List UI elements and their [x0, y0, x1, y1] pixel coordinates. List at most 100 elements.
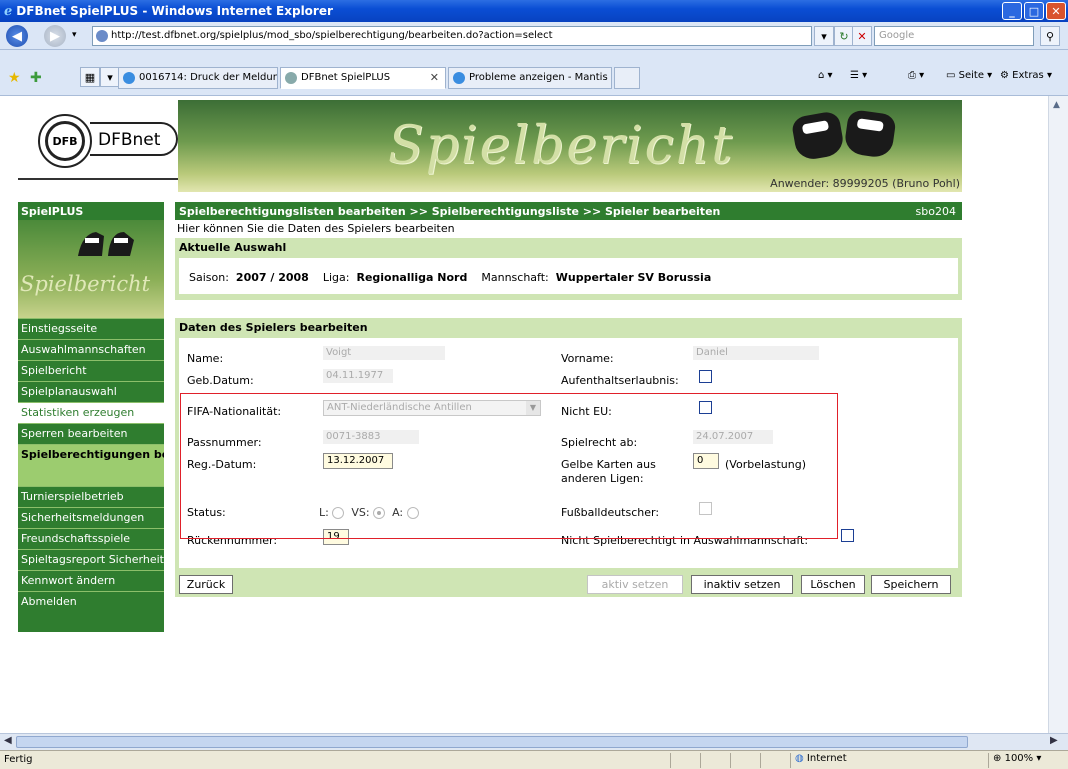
sidebar-item-kennwort[interactable]: Kennwort ändern: [18, 570, 164, 591]
nichteu-label: Nicht EU:: [561, 405, 612, 418]
tools-menu[interactable]: ⚙ Extras ▾: [1000, 70, 1052, 81]
tab-list-icon[interactable]: ▾: [100, 67, 120, 87]
nicht-spielber-checkbox[interactable]: [841, 529, 854, 542]
fifa-label: FIFA-Nationalität:: [187, 405, 282, 418]
url-text: http://test.dfbnet.org/spielplus/mod_sbo…: [111, 30, 553, 41]
sidebar-title: SpielPLUS: [21, 205, 84, 218]
sidebar-item-statistiken[interactable]: Statistiken erzeugen: [18, 402, 164, 423]
vorname-field: Daniel: [693, 346, 819, 360]
tab-label: Probleme anzeigen - Mantis: [469, 72, 608, 83]
scroll-right-icon: ▶: [1050, 735, 1058, 746]
sidebar-item-turnierspielbetrieb[interactable]: Turnierspielbetrieb: [18, 486, 164, 507]
address-toolbar: ◀ ▶ ▾ http://test.dfbnet.org/spielplus/m…: [0, 22, 1068, 50]
spielrecht-label: Spielrecht ab:: [561, 436, 638, 449]
maximize-button[interactable]: □: [1024, 2, 1044, 20]
fifa-select: ANT-Niederländische Antillen ▼: [323, 400, 541, 416]
chevron-down-icon: ▼: [526, 401, 540, 415]
vorname-label: Vorname:: [561, 352, 614, 365]
page-icon: [96, 30, 108, 42]
status-radios: L: VS: A:: [319, 506, 419, 519]
tab-mantis-druck[interactable]: 0016714: Druck der Meldung...: [118, 67, 278, 89]
new-tab-button[interactable]: [614, 67, 640, 89]
tab-mantis-probleme[interactable]: Probleme anzeigen - Mantis: [448, 67, 612, 89]
home-icon[interactable]: ⌂ ▾: [818, 70, 833, 81]
horizontal-scrollbar[interactable]: ◀ ▶: [0, 733, 1068, 750]
selection-title: Aktuelle Auswahl: [179, 241, 287, 254]
quick-tabs-icon[interactable]: ▦: [80, 67, 100, 87]
tab-toolbar: ★ ✚ ▦ ▾ 0016714: Druck der Meldung... DF…: [0, 50, 1068, 96]
minimize-button[interactable]: _: [1002, 2, 1022, 20]
regdatum-input[interactable]: 13.12.2007: [323, 453, 393, 469]
delete-button[interactable]: Löschen: [801, 575, 865, 594]
url-dropdown-icon[interactable]: ▾: [814, 26, 834, 46]
pass-label: Passnummer:: [187, 436, 262, 449]
sidebar-item-einstiegsseite[interactable]: Einstiegsseite: [18, 318, 164, 339]
sidebar: SpielPLUS Spielbericht Einstiegsseite Au…: [18, 202, 164, 632]
status-l-radio[interactable]: [332, 507, 345, 519]
tab-page-icon: [453, 72, 465, 84]
banner-title: Spielbericht: [388, 116, 735, 176]
window-titlebar: ℯ DFBnet SpielPLUS - Windows Internet Ex…: [0, 0, 1068, 22]
close-window-button[interactable]: ✕: [1046, 2, 1066, 20]
tab-page-icon: [123, 72, 135, 84]
name-field: Voigt: [323, 346, 445, 360]
sidebar-image: Spielbericht: [18, 220, 164, 318]
save-button[interactable]: Speichern: [871, 575, 951, 594]
scroll-thumb[interactable]: [16, 736, 968, 748]
sidebar-item-sicherheitsmeldungen[interactable]: Sicherheitsmeldungen: [18, 507, 164, 528]
back-button[interactable]: ◀: [6, 25, 28, 47]
spielrecht-field: 24.07.2007: [693, 430, 773, 444]
team-value: Wuppertaler SV Borussia: [555, 271, 712, 284]
player-panel: Daten des Spielers bearbeiten Name: Voig…: [175, 318, 962, 592]
page-menu[interactable]: ▭ Seite ▾: [946, 70, 992, 81]
sidebar-item-spielplanauswahl[interactable]: Spielplanauswahl: [18, 381, 164, 402]
zoom-control[interactable]: ⊕ 100% ▾: [988, 753, 1068, 768]
status-text: Fertig: [4, 754, 33, 765]
page-viewport: DFB DFBnet Spielbericht Anwender: 899992…: [0, 96, 1048, 733]
sidebar-item-spielberechtigungen[interactable]: Spielberechtigungen bearbeiten: [18, 444, 164, 486]
football-shoes-icon: [790, 104, 900, 162]
print-icon[interactable]: ⎙ ▾: [908, 70, 924, 81]
history-dropdown-icon[interactable]: ▾: [72, 30, 77, 40]
forward-button[interactable]: ▶: [44, 25, 66, 47]
fussballdeutscher-label: Fußballdeutscher:: [561, 506, 660, 519]
status-vs-radio[interactable]: [373, 507, 386, 519]
gebdatum-label: Geb.Datum:: [187, 374, 254, 387]
sidebar-item-abmelden[interactable]: Abmelden: [18, 591, 164, 612]
refresh-icon[interactable]: ↻: [834, 26, 854, 46]
sidebar-item-auswahlmannschaften[interactable]: Auswahlmannschaften: [18, 339, 164, 360]
regdatum-label: Reg.-Datum:: [187, 458, 257, 471]
close-tab-icon[interactable]: ✕: [430, 71, 439, 84]
aufenthalt-checkbox[interactable]: [699, 370, 712, 383]
add-favorite-icon[interactable]: ✚: [30, 70, 42, 86]
status-a-radio[interactable]: [406, 507, 419, 519]
tab-dfbnet[interactable]: DFBnet SpielPLUS ✕: [280, 67, 446, 89]
stop-icon[interactable]: ✕: [852, 26, 872, 46]
scroll-left-icon: ◀: [4, 735, 12, 746]
ruecken-label: Rückennummer:: [187, 534, 278, 547]
inaktiv-setzen-button[interactable]: inaktiv setzen: [691, 575, 793, 594]
search-input[interactable]: Google: [874, 26, 1034, 46]
dfbnet-logo: DFB DFBnet: [18, 100, 179, 192]
feeds-icon[interactable]: ☰ ▾: [850, 70, 867, 81]
status-label: Status:: [187, 506, 226, 519]
sidebar-image-title: Spielbericht: [20, 272, 151, 296]
sidebar-item-spielbericht[interactable]: Spielbericht: [18, 360, 164, 381]
sidebar-item-sperren[interactable]: Sperren bearbeiten: [18, 423, 164, 444]
gelbe-input[interactable]: 0: [693, 453, 719, 469]
pass-field: 0071-3883: [323, 430, 419, 444]
sidebar-item-spieltagsreport[interactable]: Spieltagsreport Sicherheit: [18, 549, 164, 570]
search-icon[interactable]: ⚲: [1040, 26, 1060, 46]
favorites-star-icon[interactable]: ★: [8, 70, 21, 86]
sidebar-item-freundschaftsspiele[interactable]: Freundschaftsspiele: [18, 528, 164, 549]
ruecken-input[interactable]: 19: [323, 529, 349, 545]
selection-info: Saison: 2007 / 2008 Liga: Regionalliga N…: [189, 271, 712, 284]
logo-text: DFBnet: [90, 122, 179, 156]
vertical-scrollbar[interactable]: ▲: [1048, 96, 1068, 733]
gelbe-label-2: anderen Ligen:: [561, 472, 644, 485]
page-code: sbo204: [915, 205, 956, 218]
back-page-button[interactable]: Zurück: [179, 575, 233, 594]
url-input[interactable]: http://test.dfbnet.org/spielplus/mod_sbo…: [92, 26, 812, 46]
nichteu-checkbox[interactable]: [699, 401, 712, 414]
selection-panel: Aktuelle Auswahl Saison: 2007 / 2008 Lig…: [175, 238, 962, 300]
